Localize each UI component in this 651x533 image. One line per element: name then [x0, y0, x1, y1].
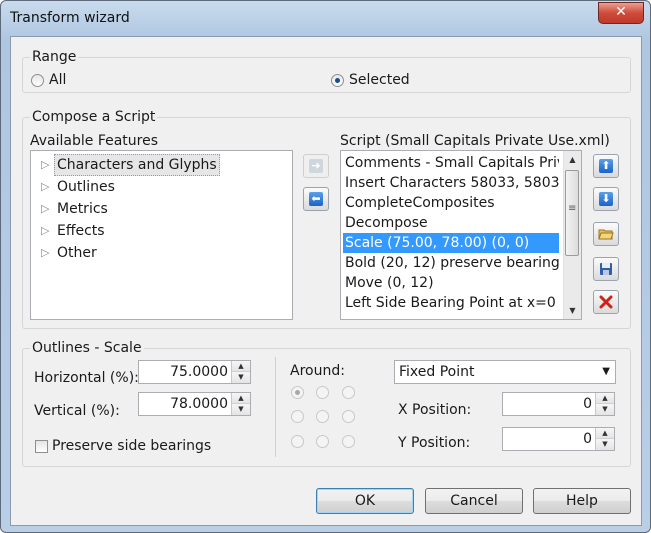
preserve-side-bearings-checkbox[interactable]: [35, 440, 48, 453]
script-scrollbar[interactable]: ▲ ▼: [563, 151, 581, 319]
around-dropdown[interactable]: Fixed Point ▼: [394, 360, 616, 384]
tree-item-outlines[interactable]: Outlines: [55, 177, 117, 197]
script-label: Script (Small Capitals Private Use.xml): [340, 133, 610, 149]
vertical-value[interactable]: 78.0000: [170, 393, 228, 415]
anchor-top-right-radio[interactable]: [342, 386, 355, 399]
folder-open-icon: [598, 229, 614, 240]
anchor-middle-left-radio[interactable]: [291, 410, 304, 423]
tree-expander-icon[interactable]: ▷: [41, 177, 51, 197]
anchor-bottom-center-radio[interactable]: [316, 435, 329, 448]
range-selected-label[interactable]: Selected: [349, 72, 410, 88]
range-group-label: Range: [30, 49, 79, 65]
horizontal-value[interactable]: 75.0000: [170, 361, 228, 383]
open-script-button[interactable]: [593, 222, 619, 246]
x-position-stepper[interactable]: ▲ ▼: [595, 393, 614, 415]
around-label: Around:: [290, 363, 345, 379]
x-position-value[interactable]: 0: [583, 393, 592, 415]
tree-item-characters-and-glyphs[interactable]: Characters and Glyphs: [54, 154, 220, 176]
around-value[interactable]: Fixed Point: [399, 361, 475, 383]
save-icon: [600, 263, 612, 275]
tree-expander-icon[interactable]: ▷: [41, 243, 51, 263]
scale-group-label: Outlines - Scale: [30, 340, 144, 356]
range-all-label[interactable]: All: [49, 72, 66, 88]
dialog-body: Range All Selected Compose a Script Avai…: [10, 36, 642, 526]
scroll-down-arrow-icon[interactable]: ▼: [564, 302, 581, 319]
vertical-label: Vertical (%):: [34, 403, 120, 419]
arrow-up-icon: ⬆: [599, 159, 613, 173]
tree-expander-icon[interactable]: ▷: [41, 199, 51, 219]
tree-expander-icon[interactable]: ▷: [41, 155, 51, 175]
y-position-stepper[interactable]: ▲ ▼: [595, 428, 614, 450]
y-position-value[interactable]: 0: [583, 428, 592, 450]
window-title: Transform wizard: [10, 10, 130, 26]
save-script-button[interactable]: [593, 257, 619, 281]
anchor-top-center-radio[interactable]: [316, 386, 329, 399]
delete-icon: [599, 295, 613, 309]
range-all-radio[interactable]: [31, 74, 44, 87]
compose-group-label: Compose a Script: [30, 109, 158, 125]
horizontal-spinbox[interactable]: 75.0000 ▲ ▼: [138, 360, 251, 384]
cancel-button[interactable]: Cancel: [425, 488, 523, 514]
scroll-thumb[interactable]: [565, 170, 579, 256]
tree-item-effects[interactable]: Effects: [55, 221, 107, 241]
remove-feature-button[interactable]: ⬅: [303, 187, 329, 211]
tree-item-other[interactable]: Other: [55, 243, 99, 263]
help-button[interactable]: Help: [533, 488, 631, 514]
range-selected-radio[interactable]: [331, 74, 344, 87]
move-up-button[interactable]: ⬆: [593, 154, 619, 178]
close-button[interactable]: ✕: [598, 2, 644, 24]
range-group: [22, 57, 631, 93]
horizontal-label: Horizontal (%):: [34, 370, 139, 386]
script-item[interactable]: Bold (20, 12) preserve bearings: [343, 253, 559, 273]
arrow-down-icon: ⬇: [599, 192, 613, 206]
x-position-label: X Position:: [398, 402, 472, 418]
anchor-middle-center-radio[interactable]: [316, 410, 329, 423]
anchor-bottom-left-radio[interactable]: [291, 435, 304, 448]
dialog-window: Transform wizard ✕ Range All Selected Co…: [0, 0, 651, 533]
y-position-label: Y Position:: [398, 435, 471, 451]
features-tree[interactable]: ▷ Characters and Glyphs ▷ Outlines ▷ Met…: [30, 150, 293, 320]
anchor-middle-right-radio[interactable]: [342, 410, 355, 423]
available-features-label: Available Features: [30, 133, 159, 149]
ok-button[interactable]: OK: [316, 488, 414, 514]
x-position-spinbox[interactable]: 0 ▲ ▼: [502, 392, 615, 416]
script-item[interactable]: Insert Characters 58033, 58036-58: [343, 173, 559, 193]
script-item[interactable]: Decompose: [343, 213, 559, 233]
anchor-top-left-radio[interactable]: [291, 386, 304, 399]
script-item[interactable]: CompleteComposites: [343, 193, 559, 213]
preserve-side-bearings-label[interactable]: Preserve side bearings: [52, 438, 211, 454]
script-item[interactable]: Left Side Bearing Point at x=0: [343, 293, 559, 313]
add-feature-button[interactable]: ➜: [303, 154, 329, 178]
y-position-spinbox[interactable]: 0 ▲ ▼: [502, 427, 615, 451]
script-item[interactable]: Comments - Small Capitals Private Use: [343, 153, 559, 173]
script-list[interactable]: Comments - Small Capitals Private Use In…: [340, 150, 582, 320]
scale-divider: [275, 357, 276, 457]
tree-expander-icon[interactable]: ▷: [41, 221, 51, 241]
delete-script-item-button[interactable]: [593, 290, 619, 314]
arrow-left-icon: ⬅: [309, 192, 323, 206]
tree-item-metrics[interactable]: Metrics: [55, 199, 110, 219]
arrow-right-icon: ➜: [309, 159, 323, 173]
move-down-button[interactable]: ⬇: [593, 187, 619, 211]
scroll-up-arrow-icon[interactable]: ▲: [564, 151, 581, 168]
script-item[interactable]: Move (0, 12): [343, 273, 559, 293]
horizontal-stepper[interactable]: ▲ ▼: [231, 361, 250, 383]
anchor-bottom-right-radio[interactable]: [342, 435, 355, 448]
chevron-down-icon[interactable]: ▼: [602, 361, 610, 383]
vertical-spinbox[interactable]: 78.0000 ▲ ▼: [138, 392, 251, 416]
vertical-stepper[interactable]: ▲ ▼: [231, 393, 250, 415]
script-item-selected[interactable]: Scale (75.00, 78.00) (0, 0): [343, 233, 559, 253]
title-bar[interactable]: Transform wizard ✕: [1, 1, 650, 35]
